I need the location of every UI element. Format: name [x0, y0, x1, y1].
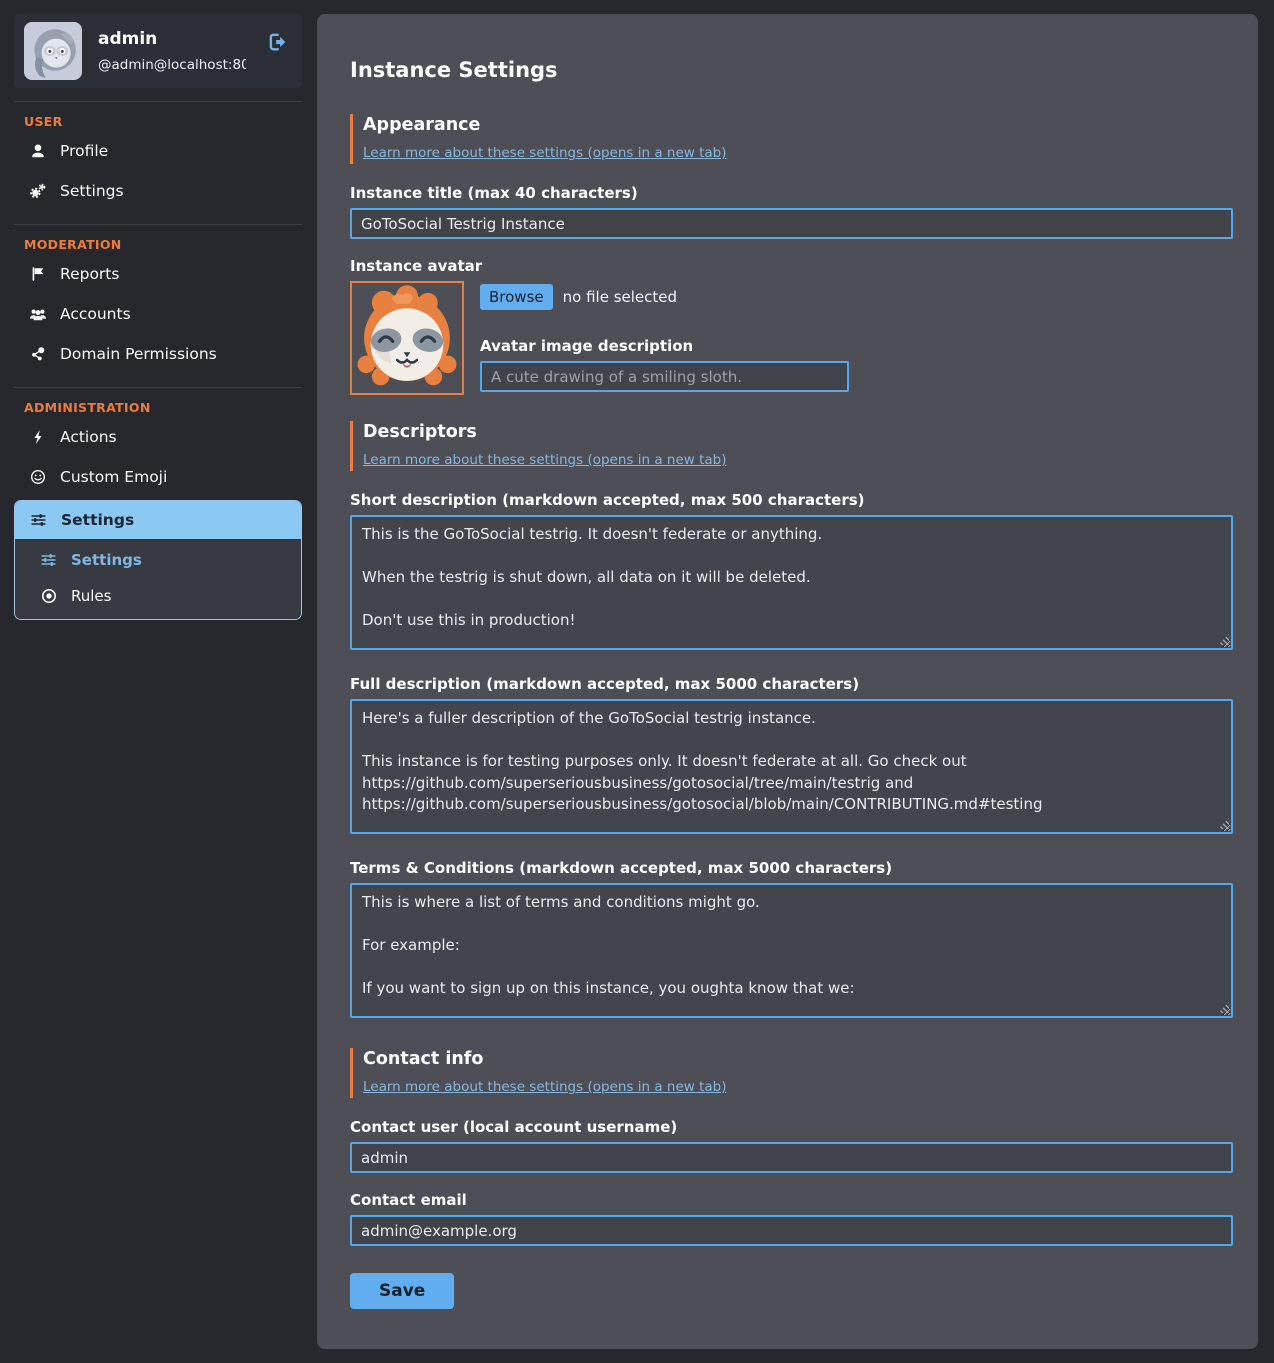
file-status-text: no file selected — [563, 288, 677, 306]
user-info: admin @admin@localhost:80... — [98, 29, 246, 72]
sidebar-item-label: Domain Permissions — [60, 345, 217, 363]
sidebar-item-accounts[interactable]: Accounts — [14, 294, 302, 334]
instance-title-label: Instance title (max 40 characters) — [350, 184, 1233, 202]
settings-nav-group: Settings Settings — [14, 500, 302, 620]
terms-wrap: This is where a list of terms and condit… — [350, 883, 1233, 1018]
avatar-description-label: Avatar image description — [480, 337, 849, 355]
sidebar-item-label: Accounts — [60, 305, 131, 323]
contact-section-head: Contact info Learn more about these sett… — [350, 1048, 1233, 1098]
instance-avatar-label: Instance avatar — [350, 257, 1233, 275]
appearance-section-head: Appearance Learn more about these settin… — [350, 114, 1233, 164]
terms-label: Terms & Conditions (markdown accepted, m… — [350, 859, 1233, 877]
sidebar-item-custom-emoji[interactable]: Custom Emoji — [14, 457, 302, 497]
contact-email-field: Contact email — [350, 1191, 1233, 1246]
short-description-label: Short description (markdown accepted, ma… — [350, 491, 1233, 509]
instance-avatar-image — [350, 281, 464, 395]
gears-icon — [28, 183, 47, 200]
subnav-item-rules[interactable]: Rules — [15, 578, 301, 614]
users-icon — [28, 306, 47, 322]
user-icon — [28, 143, 47, 159]
contact-email-label: Contact email — [350, 1191, 1233, 1209]
sloth-avatar-icon — [352, 283, 462, 393]
user-display-name: admin — [98, 29, 246, 49]
save-button[interactable]: Save — [350, 1273, 454, 1309]
logout-button[interactable] — [262, 32, 292, 55]
contact-section: Contact info Learn more about these sett… — [350, 1048, 1233, 1309]
user-avatar — [24, 22, 82, 80]
contact-heading: Contact info — [363, 1049, 1233, 1069]
sidebar-divider — [14, 224, 302, 225]
sidebar-divider — [14, 387, 302, 388]
sidebar-item-label: Profile — [60, 142, 108, 160]
user-handle: @admin@localhost:80... — [98, 57, 246, 73]
sidebar-heading-administration: ADMINISTRATION — [14, 394, 302, 417]
instance-title-field: Instance title (max 40 characters) — [350, 184, 1233, 239]
sloth-logo-icon — [24, 22, 82, 80]
descriptors-section-head: Descriptors Learn more about these setti… — [350, 421, 1233, 471]
learn-more-link[interactable]: Learn more about these settings (opens i… — [363, 452, 726, 468]
sidebar: admin @admin@localhost:80... USER Profil… — [14, 14, 302, 620]
terms-textarea[interactable]: This is where a list of terms and condit… — [350, 883, 1233, 1018]
settings-subnav: Settings Rules — [15, 539, 301, 619]
browse-button[interactable]: Browse — [480, 284, 553, 310]
smiley-icon — [28, 469, 47, 485]
full-description-textarea[interactable]: Here's a fuller description of the GoToS… — [350, 699, 1233, 834]
bolt-icon — [28, 429, 47, 445]
sidebar-item-domain-permissions[interactable]: Domain Permissions — [14, 334, 302, 374]
contact-email-input[interactable] — [350, 1215, 1233, 1246]
sign-out-icon — [266, 32, 288, 52]
appearance-section: Appearance Learn more about these settin… — [350, 114, 1233, 395]
full-description-wrap: Here's a fuller description of the GoToS… — [350, 699, 1233, 834]
subnav-item-label: Rules — [71, 587, 111, 605]
page-title: Instance Settings — [350, 58, 1233, 82]
contact-user-input[interactable] — [350, 1142, 1233, 1173]
full-description-label: Full description (markdown accepted, max… — [350, 675, 1233, 693]
sidebar-item-actions[interactable]: Actions — [14, 417, 302, 457]
dot-circle-icon — [39, 588, 58, 604]
contact-user-field: Contact user (local account username) — [350, 1118, 1233, 1173]
avatar-description-input[interactable] — [480, 361, 849, 392]
instance-settings-panel: Instance Settings Appearance Learn more … — [317, 14, 1258, 1349]
flag-icon — [28, 266, 47, 282]
sidebar-heading-user: USER — [14, 108, 302, 131]
instance-avatar-block: Browse no file selected Avatar image des… — [350, 281, 1233, 395]
avatar-file-row: Browse no file selected — [480, 284, 849, 310]
sidebar-item-reports[interactable]: Reports — [14, 254, 302, 294]
descriptors-heading: Descriptors — [363, 422, 1233, 442]
subnav-item-label: Settings — [71, 551, 142, 569]
sidebar-item-label: Settings — [61, 511, 134, 529]
avatar-file-column: Browse no file selected Avatar image des… — [480, 281, 849, 395]
short-description-wrap: This is the GoToSocial testrig. It doesn… — [350, 515, 1233, 650]
user-card[interactable]: admin @admin@localhost:80... — [14, 14, 302, 88]
descriptors-section: Descriptors Learn more about these setti… — [350, 421, 1233, 1018]
sidebar-item-settings[interactable]: Settings — [15, 501, 301, 539]
sidebar-item-label: Settings — [60, 182, 124, 200]
app-root: admin @admin@localhost:80... USER Profil… — [0, 0, 1274, 1363]
sliders-icon — [39, 552, 58, 568]
sliders-icon — [29, 512, 48, 528]
sidebar-item-user-settings[interactable]: Settings — [14, 171, 302, 211]
instance-title-input[interactable] — [350, 208, 1233, 239]
share-nodes-icon — [28, 346, 47, 362]
sidebar-item-label: Custom Emoji — [60, 468, 167, 486]
learn-more-link[interactable]: Learn more about these settings (opens i… — [363, 145, 726, 161]
learn-more-link[interactable]: Learn more about these settings (opens i… — [363, 1079, 726, 1095]
sidebar-item-label: Actions — [60, 428, 117, 446]
sidebar-item-profile[interactable]: Profile — [14, 131, 302, 171]
subnav-item-settings[interactable]: Settings — [15, 542, 301, 578]
short-description-textarea[interactable]: This is the GoToSocial testrig. It doesn… — [350, 515, 1233, 650]
sidebar-heading-moderation: MODERATION — [14, 231, 302, 254]
sidebar-item-label: Reports — [60, 265, 119, 283]
sidebar-divider — [14, 101, 302, 102]
appearance-heading: Appearance — [363, 115, 1233, 135]
contact-user-label: Contact user (local account username) — [350, 1118, 1233, 1136]
